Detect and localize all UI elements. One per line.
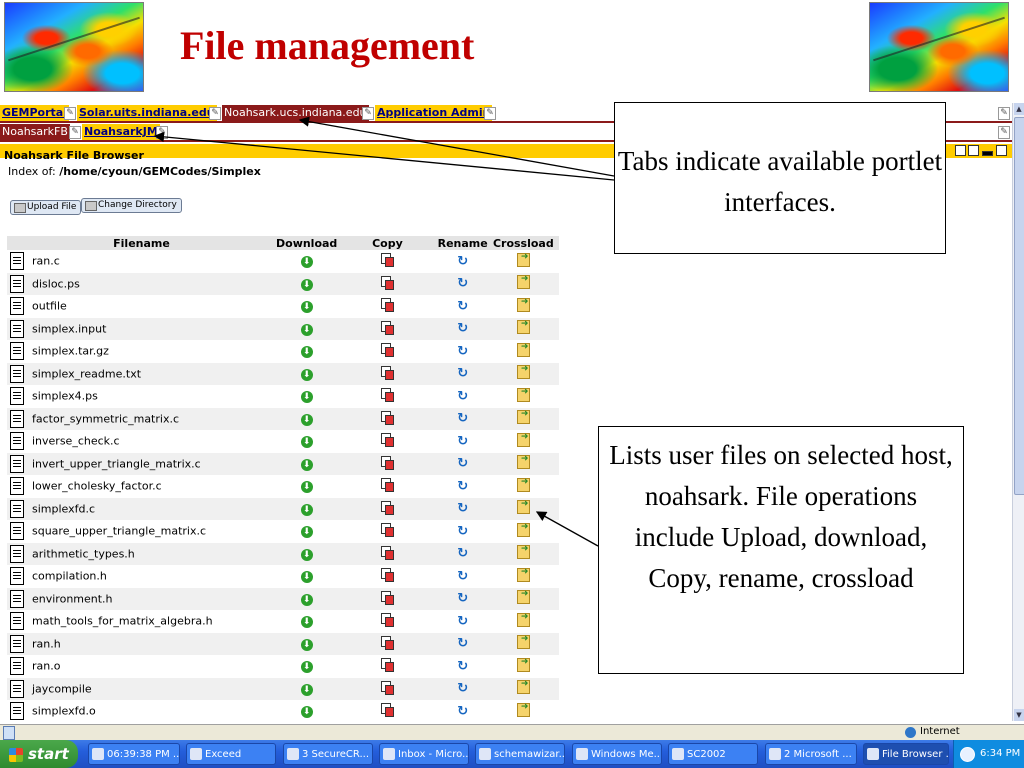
folder-icon (672, 748, 684, 760)
globe-icon (905, 727, 916, 738)
taskbar-item-active[interactable]: File Browser ... (863, 743, 949, 765)
page-icon (3, 726, 15, 740)
vertical-scrollbar[interactable]: ▲ ▼ (1012, 103, 1024, 721)
zone-label: Internet (920, 726, 960, 737)
start-button[interactable]: start (0, 740, 78, 768)
app-icon (769, 748, 781, 760)
status-bar: Internet (0, 724, 1024, 741)
system-tray: 6:34 PM (953, 740, 1024, 768)
app-icon (287, 748, 299, 760)
arrow-to-subtab (153, 131, 615, 181)
taskbar-item[interactable]: 2 Microsoft ... (765, 743, 857, 765)
clock: 6:34 PM (980, 748, 1021, 759)
arrow-to-crossload (535, 511, 599, 547)
callout-arrows (153, 116, 615, 547)
taskbar-item[interactable]: Exceed (186, 743, 276, 765)
windows-logo-icon (9, 747, 23, 762)
scroll-up-icon[interactable]: ▲ (1014, 103, 1024, 115)
app-icon (92, 748, 104, 760)
taskbar-item[interactable]: SC2002 (668, 743, 758, 765)
app-icon (576, 748, 588, 760)
taskbar-item[interactable]: Inbox - Micro... (379, 743, 469, 765)
scroll-down-icon[interactable]: ▼ (1014, 709, 1024, 721)
taskbar: start 06:39:38 PM ... Exceed 3 SecureCR.… (0, 740, 1024, 768)
app-icon (190, 748, 202, 760)
app-icon (867, 748, 879, 760)
app-icon (383, 748, 395, 760)
taskbar-item[interactable]: Windows Me... (572, 743, 662, 765)
taskbar-item[interactable]: 06:39:38 PM ... (88, 743, 180, 765)
taskbar-item[interactable]: 3 SecureCR... (283, 743, 373, 765)
app-icon (479, 748, 491, 760)
tray-icon[interactable] (960, 747, 975, 762)
taskbar-item[interactable]: schemawizar... (475, 743, 565, 765)
arrow-to-tab (298, 116, 615, 177)
scroll-thumb[interactable] (1014, 117, 1024, 495)
